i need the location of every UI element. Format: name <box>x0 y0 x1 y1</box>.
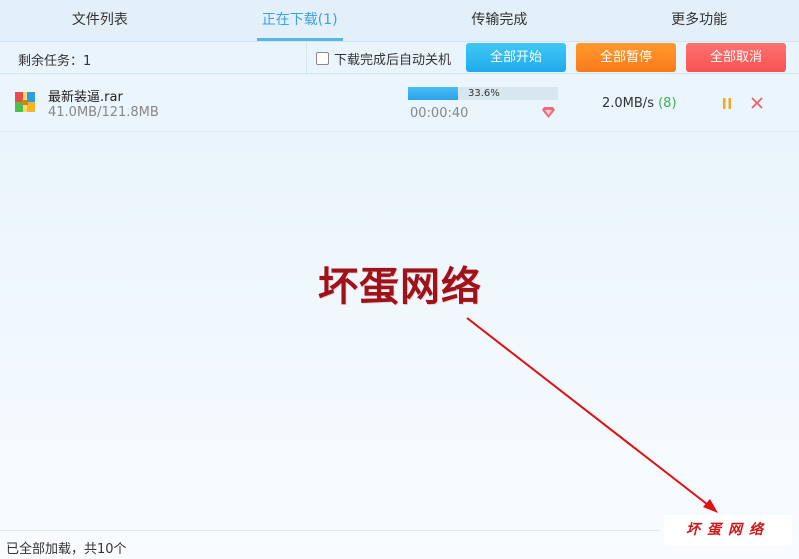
status-text: 已全部加载，共10个 <box>6 542 127 557</box>
watermark-small: 坏蛋网络 <box>664 515 792 545</box>
status-bar: 已全部加载，共10个 <box>0 530 660 559</box>
red-arrow <box>466 317 718 513</box>
